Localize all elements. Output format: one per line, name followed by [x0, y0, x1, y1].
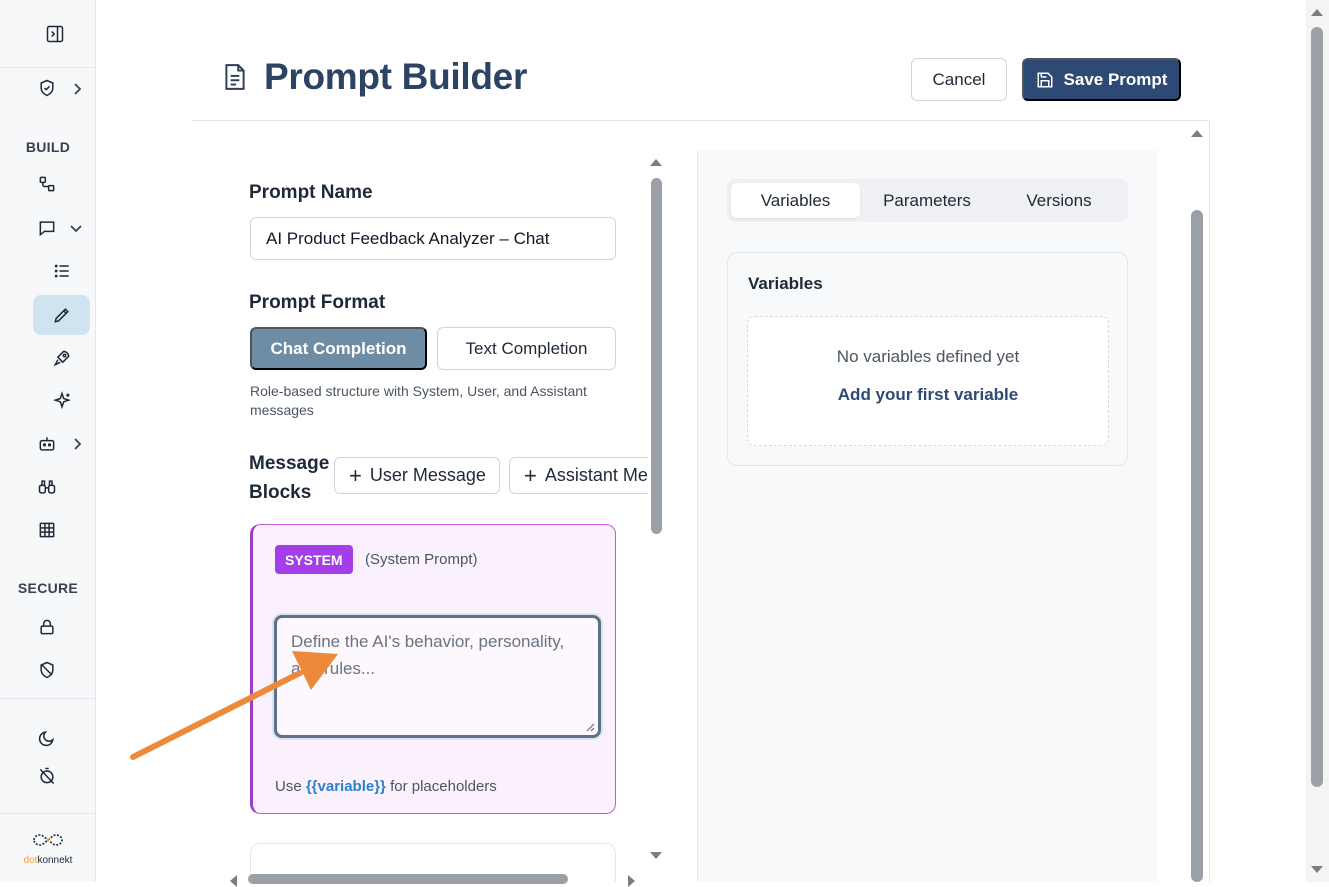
panel-scrollbar-thumb[interactable]: [1191, 210, 1203, 882]
editor-hscrollbar-thumb[interactable]: [248, 874, 568, 884]
variables-title: Variables: [748, 274, 823, 293]
header-divider: [192, 120, 1210, 121]
empty-message: No variables defined yet: [836, 347, 1020, 366]
logo-text-main: konnekt: [37, 855, 73, 866]
save-icon: [1037, 72, 1053, 87]
plus-icon: +: [524, 462, 537, 488]
sidebar: BUILD SECURE dotkonnekt: [0, 0, 96, 882]
window-scroll-up[interactable]: [1311, 9, 1323, 16]
sidebar-toggle-icon[interactable]: [43, 22, 67, 46]
variable-hint-prefix: Use: [275, 778, 306, 795]
editor-scroll-area: Prompt Name AI Product Feedback Analyzer…: [230, 150, 648, 882]
chevron-right-icon[interactable]: [70, 437, 84, 451]
plus-icon: +: [349, 462, 362, 488]
message-blocks-label: Message Blocks: [249, 449, 329, 507]
rocket-icon[interactable]: [50, 346, 74, 370]
add-assistant-message-button[interactable]: + Assistant Message: [509, 457, 648, 494]
shield-off-icon[interactable]: [35, 658, 59, 682]
add-assistant-message-label: Assistant Message: [544, 465, 648, 485]
resize-handle-icon[interactable]: [585, 722, 595, 732]
variables-card: Variables No variables defined yet Add y…: [727, 252, 1128, 466]
tab-variables[interactable]: Variables: [731, 183, 860, 218]
page-title: Prompt Builder: [264, 56, 528, 97]
sidebar-section-secure: SECURE: [17, 580, 79, 596]
sidebar-section-build: BUILD: [25, 139, 71, 155]
sidebar-divider: [0, 813, 96, 814]
tab-parameters[interactable]: Parameters: [863, 183, 991, 218]
dotkonnekt-logo: dotkonnekt: [14, 832, 82, 866]
prompt-name-label: Prompt Name: [249, 182, 373, 203]
panel-scroll-up[interactable]: [1191, 130, 1203, 137]
prompt-format-label: Prompt Format: [249, 292, 386, 313]
message-blocks-label-line2: Blocks: [249, 482, 312, 503]
chat-completion-button[interactable]: Chat Completion: [250, 327, 427, 370]
format-helper-text: Role-based structure with System, User, …: [250, 383, 587, 418]
system-prompt-textarea[interactable]: Define the AI's behavior, personality, a…: [274, 615, 601, 738]
editor-scroll-right[interactable]: [628, 875, 635, 887]
panel-border: [1209, 120, 1210, 882]
text-completion-button[interactable]: Text Completion: [437, 327, 616, 370]
chat-icon[interactable]: [35, 216, 59, 240]
workflow-icon[interactable]: [35, 172, 59, 196]
bot-icon[interactable]: [35, 432, 59, 456]
variable-syntax: {{variable}}: [305, 778, 386, 795]
editor-scrollbar-thumb[interactable]: [651, 178, 662, 534]
variable-hint-suffix: for placeholders: [385, 778, 497, 795]
cancel-button[interactable]: Cancel: [911, 58, 1007, 101]
add-user-message-label: User Message: [369, 465, 486, 485]
prompt-name-input[interactable]: AI Product Feedback Analyzer – Chat: [250, 217, 616, 260]
sidebar-divider: [0, 698, 96, 699]
sparkles-icon[interactable]: [50, 389, 74, 413]
chevron-right-icon[interactable]: [70, 82, 84, 96]
infinity-logo-icon: [33, 834, 63, 846]
system-message-block: SYSTEM (System Prompt) Define the AI's b…: [250, 524, 616, 814]
binoculars-icon[interactable]: [35, 475, 59, 499]
editor-scroll-left[interactable]: [230, 875, 237, 887]
logo-text-accent: dot: [23, 855, 38, 866]
add-user-message-button[interactable]: + User Message: [334, 457, 500, 494]
message-blocks-label-line1: Message: [249, 453, 330, 474]
variables-empty-state: No variables defined yet Add your first …: [747, 316, 1109, 446]
sidebar-divider: [0, 67, 96, 68]
editor-scroll-down[interactable]: [650, 852, 662, 859]
timer-off-icon[interactable]: [35, 764, 59, 788]
list-icon[interactable]: [50, 259, 74, 283]
window-scroll-down[interactable]: [1311, 866, 1323, 873]
panel-tabs: Variables Parameters Versions: [727, 179, 1128, 222]
add-first-variable-link[interactable]: Add your first variable: [748, 385, 1108, 405]
pencil-icon[interactable]: [50, 303, 74, 327]
tab-versions[interactable]: Versions: [994, 183, 1124, 218]
system-badge: SYSTEM: [275, 545, 353, 574]
window-scrollbar-thumb[interactable]: [1311, 27, 1323, 787]
moon-icon[interactable]: [35, 726, 59, 750]
variable-hint: Use {{variable}} for placeholders: [275, 778, 497, 795]
document-icon: [225, 64, 245, 90]
editor-scroll-up[interactable]: [650, 159, 662, 166]
page-header: Prompt Builder: [222, 56, 527, 98]
chevron-down-icon[interactable]: [69, 221, 83, 235]
save-prompt-label: Save Prompt: [1063, 69, 1168, 89]
lock-icon[interactable]: [35, 615, 59, 639]
table-icon[interactable]: [35, 518, 59, 542]
system-prompt-placeholder: Define the AI's behavior, personality, a…: [291, 632, 565, 678]
shield-check-icon[interactable]: [35, 76, 59, 100]
save-prompt-button[interactable]: Save Prompt: [1022, 58, 1181, 101]
system-prompt-subtitle: (System Prompt): [365, 551, 478, 568]
